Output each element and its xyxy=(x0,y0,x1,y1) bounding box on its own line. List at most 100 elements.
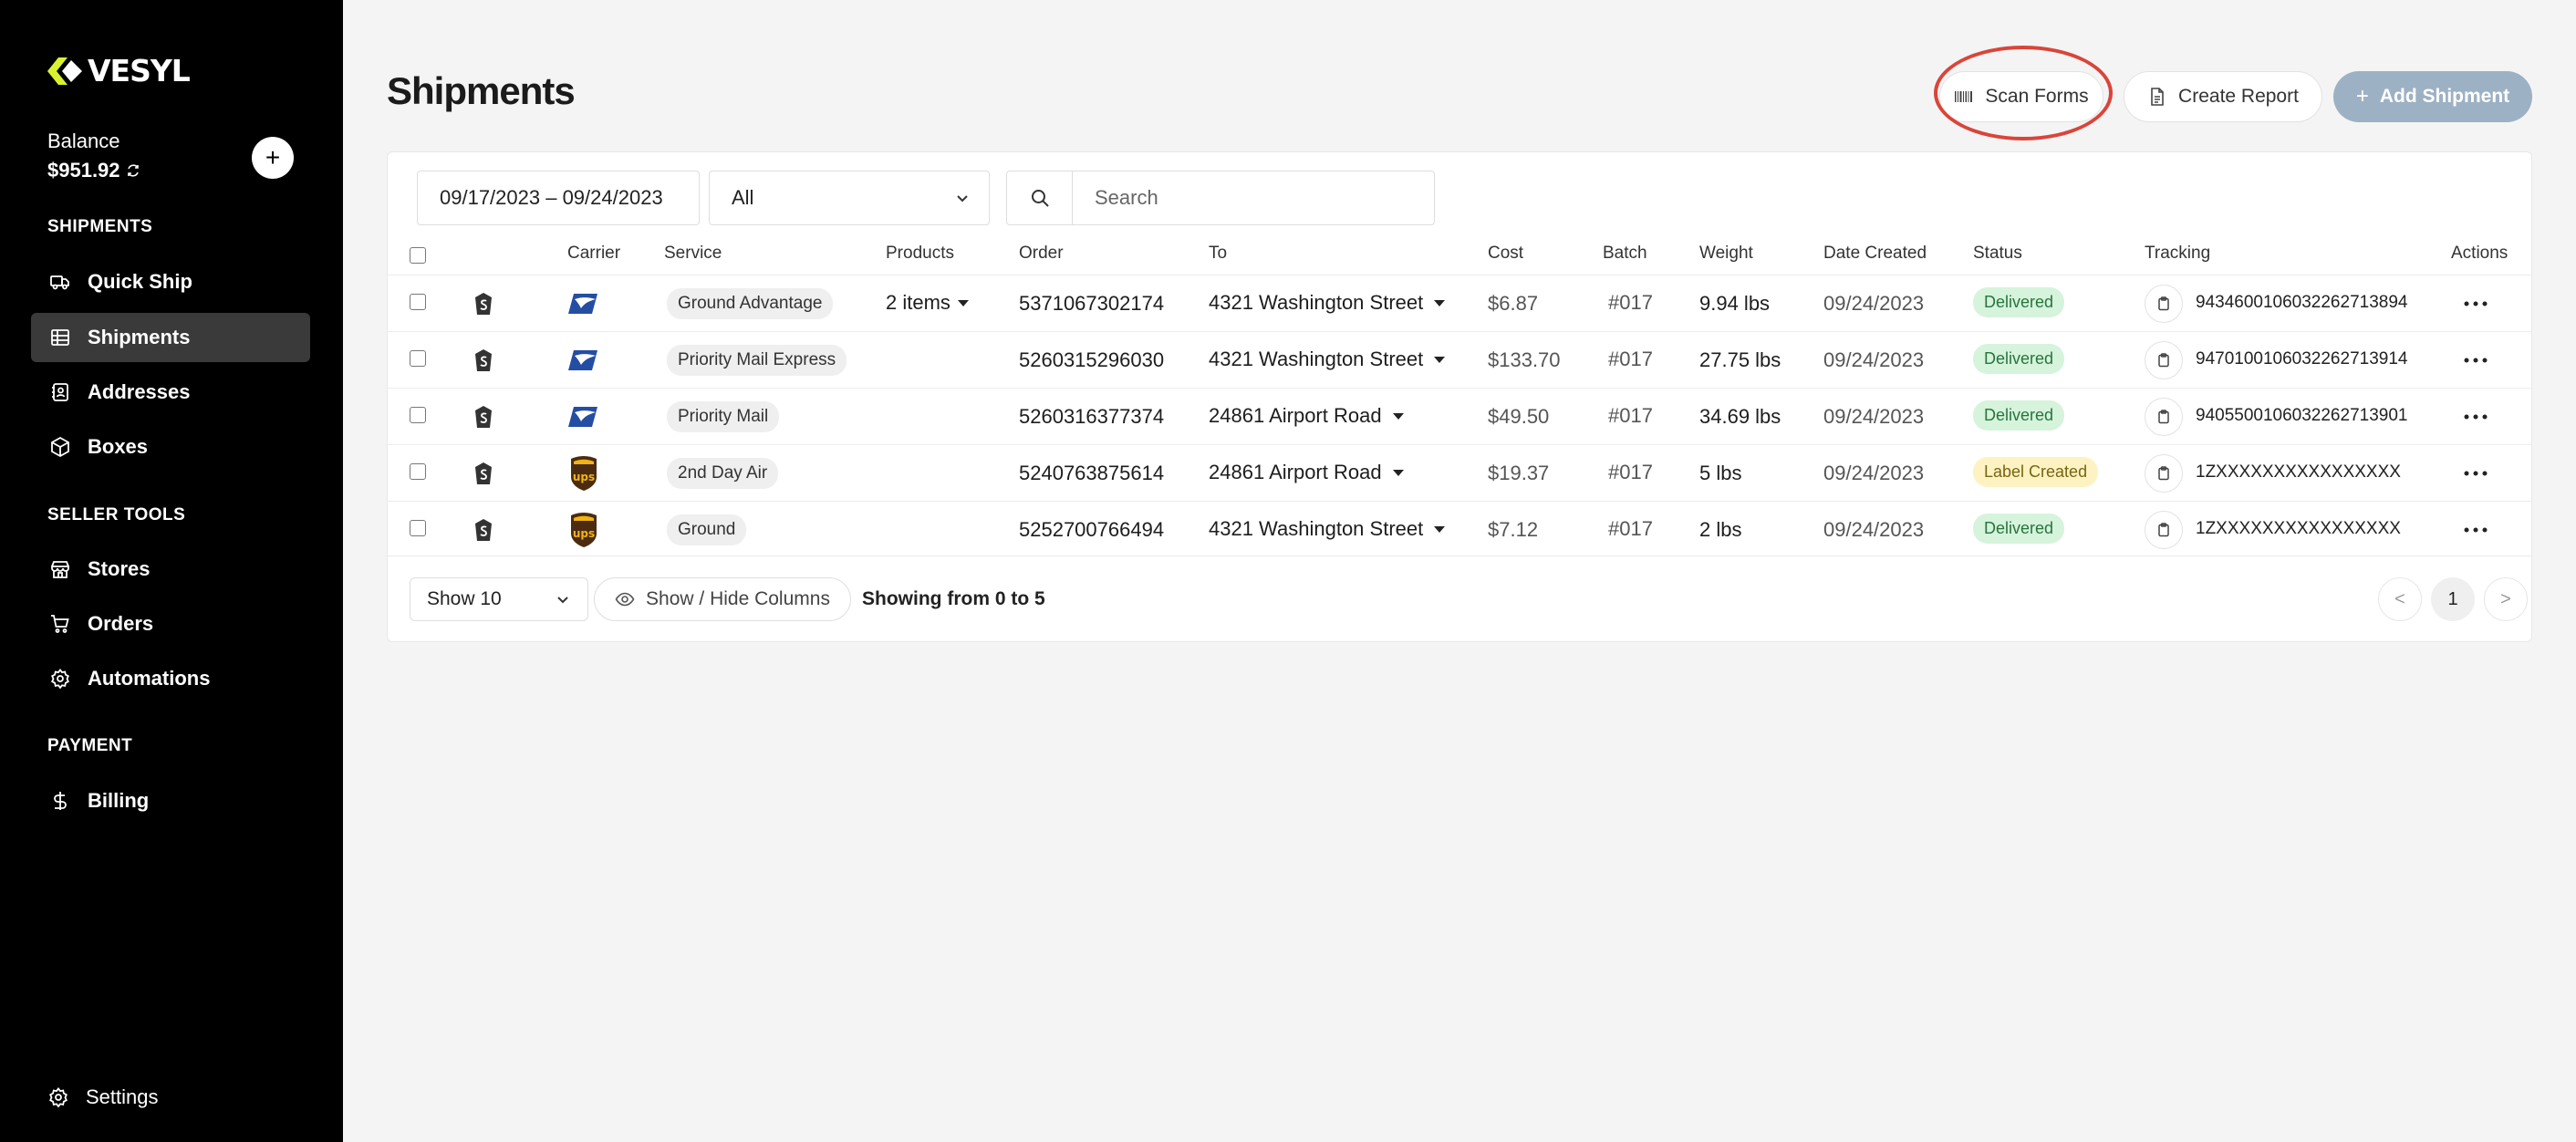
scan-forms-button[interactable]: Scan Forms xyxy=(1939,71,2103,122)
order-number[interactable]: 5240763875614 xyxy=(1019,462,1164,485)
add-shipment-label: Add Shipment xyxy=(2379,86,2510,107)
column-header-cost[interactable]: Cost xyxy=(1488,244,1523,264)
row-checkbox[interactable] xyxy=(410,463,426,480)
balance-block: Balance $951.92 xyxy=(47,130,140,182)
recipient-dropdown[interactable]: 24861 Airport Road xyxy=(1209,461,1404,484)
recipient-address: 4321 Washington Street xyxy=(1209,291,1424,314)
column-header-tracking[interactable]: Tracking xyxy=(2145,244,2210,264)
date-range-picker[interactable]: 09/17/2023 – 09/24/2023 xyxy=(417,171,700,225)
status-badge: Delivered xyxy=(1973,344,2065,374)
plus-icon: + xyxy=(265,143,281,171)
table-row[interactable]: ups 2nd Day Air 5240763875614 24861 Airp… xyxy=(388,444,2531,501)
add-shipment-button[interactable]: + Add Shipment xyxy=(2333,71,2532,122)
column-header-batch[interactable]: Batch xyxy=(1603,244,1647,264)
row-checkbox[interactable] xyxy=(410,350,426,367)
search-button[interactable] xyxy=(1007,171,1073,224)
gear-icon xyxy=(51,669,69,690)
more-actions-icon[interactable] xyxy=(2462,356,2489,365)
column-header-to[interactable]: To xyxy=(1209,244,1227,264)
copy-tracking-button[interactable] xyxy=(2145,511,2183,549)
sidebar-item-quick-ship[interactable]: Quick Ship xyxy=(31,257,310,306)
document-icon xyxy=(2151,88,2164,106)
sidebar-item-stores[interactable]: Stores xyxy=(31,545,310,594)
usps-eagle-icon xyxy=(568,294,597,314)
show-hide-columns-button[interactable]: Show / Hide Columns xyxy=(594,577,851,621)
recipient-dropdown[interactable]: 4321 Washington Street xyxy=(1209,517,1446,541)
prev-page-button[interactable]: < xyxy=(2378,577,2422,621)
tracking-number[interactable]: 9470100106032262713914 xyxy=(2196,349,2407,369)
column-header-date-created[interactable]: Date Created xyxy=(1823,244,1927,264)
shopify-icon xyxy=(475,406,492,428)
order-number[interactable]: 5371067302174 xyxy=(1019,292,1164,316)
column-header-carrier[interactable]: Carrier xyxy=(567,244,620,264)
balance-label: Balance xyxy=(47,130,120,152)
table-row[interactable]: Ground Advantage 2 items 5371067302174 4… xyxy=(388,275,2531,331)
batch-value: #017 xyxy=(1608,461,1653,483)
sidebar-item-automations[interactable]: Automations xyxy=(31,654,310,703)
recipient-address: 4321 Washington Street xyxy=(1209,517,1424,540)
usps-eagle-icon xyxy=(568,407,597,427)
date-created-value: 09/24/2023 xyxy=(1823,348,1925,371)
sidebar-item-label: Quick Ship xyxy=(88,270,192,293)
create-report-button[interactable]: Create Report xyxy=(2124,71,2322,122)
column-header-service[interactable]: Service xyxy=(664,244,722,264)
chevron-down-icon xyxy=(557,597,568,604)
sidebar-item-boxes[interactable]: Boxes xyxy=(31,422,310,472)
page-size-select[interactable]: Show 10 xyxy=(410,577,588,621)
row-checkbox[interactable] xyxy=(410,294,426,310)
more-actions-icon[interactable] xyxy=(2462,412,2489,421)
sidebar-item-label: Billing xyxy=(88,789,150,812)
grid-icon xyxy=(51,329,69,346)
status-filter-value: All xyxy=(732,186,754,209)
table-row[interactable]: ups Ground 5252700766494 4321 Washington… xyxy=(388,501,2531,557)
weight-value: 34.69 lbs xyxy=(1699,405,1781,428)
select-all-checkbox[interactable] xyxy=(410,247,426,264)
copy-tracking-button[interactable] xyxy=(2145,285,2183,323)
order-number[interactable]: 5260316377374 xyxy=(1019,405,1164,429)
more-actions-icon[interactable] xyxy=(2462,299,2489,308)
recipient-dropdown[interactable]: 4321 Washington Street xyxy=(1209,291,1446,315)
order-number[interactable]: 5252700766494 xyxy=(1019,518,1164,542)
tracking-number[interactable]: 9434600106032262713894 xyxy=(2196,293,2407,313)
order-number[interactable]: 5260315296030 xyxy=(1019,348,1164,372)
brand-logo[interactable]: VESYL xyxy=(47,53,191,88)
copy-tracking-button[interactable] xyxy=(2145,398,2183,436)
ups-shield-icon: ups xyxy=(571,456,597,491)
column-header-order[interactable]: Order xyxy=(1019,244,1064,264)
caret-down-icon xyxy=(1434,356,1446,363)
status-filter-select[interactable]: All xyxy=(709,171,990,225)
table-row[interactable]: Priority Mail 5260316377374 24861 Airpor… xyxy=(388,388,2531,444)
recipient-dropdown[interactable]: 4321 Washington Street xyxy=(1209,348,1446,371)
refresh-icon[interactable] xyxy=(126,163,140,178)
search-input[interactable] xyxy=(1073,171,1434,224)
next-page-label: > xyxy=(2500,588,2511,609)
sidebar-item-billing[interactable]: Billing xyxy=(31,776,310,825)
more-actions-icon[interactable] xyxy=(2462,469,2489,478)
copy-tracking-button[interactable] xyxy=(2145,341,2183,379)
sidebar-item-settings[interactable]: Settings xyxy=(47,1085,159,1109)
table-row[interactable]: Priority Mail Express 5260315296030 4321… xyxy=(388,331,2531,388)
cost-value: $133.70 xyxy=(1488,348,1561,371)
sidebar-item-orders[interactable]: Orders xyxy=(31,599,310,649)
sidebar: VESYL Balance $951.92 + SHIPMENTS Quick … xyxy=(0,0,343,1142)
next-page-button[interactable]: > xyxy=(2484,577,2528,621)
tracking-number[interactable]: 9405500106032262713901 xyxy=(2196,406,2407,426)
column-header-status[interactable]: Status xyxy=(1973,244,2022,264)
column-header-weight[interactable]: Weight xyxy=(1699,244,1753,264)
sidebar-item-shipments[interactable]: Shipments xyxy=(31,313,310,362)
brand-name: VESYL xyxy=(88,53,191,88)
sidebar-item-addresses[interactable]: Addresses xyxy=(31,368,310,417)
column-header-products[interactable]: Products xyxy=(886,244,954,264)
sidebar-item-label: Shipments xyxy=(88,326,191,348)
copy-tracking-button[interactable] xyxy=(2145,454,2183,493)
row-checkbox[interactable] xyxy=(410,520,426,536)
page-button-current[interactable]: 1 xyxy=(2431,577,2475,621)
more-actions-icon[interactable] xyxy=(2462,525,2489,535)
recipient-dropdown[interactable]: 24861 Airport Road xyxy=(1209,404,1404,428)
current-page-label: 1 xyxy=(2447,588,2458,609)
tracking-number[interactable]: 1ZXXXXXXXXXXXXXXXX xyxy=(2196,462,2401,483)
tracking-number[interactable]: 1ZXXXXXXXXXXXXXXXX xyxy=(2196,519,2401,539)
row-checkbox[interactable] xyxy=(410,407,426,423)
add-balance-button[interactable]: + xyxy=(252,137,294,179)
products-dropdown[interactable]: 2 items xyxy=(886,291,969,315)
